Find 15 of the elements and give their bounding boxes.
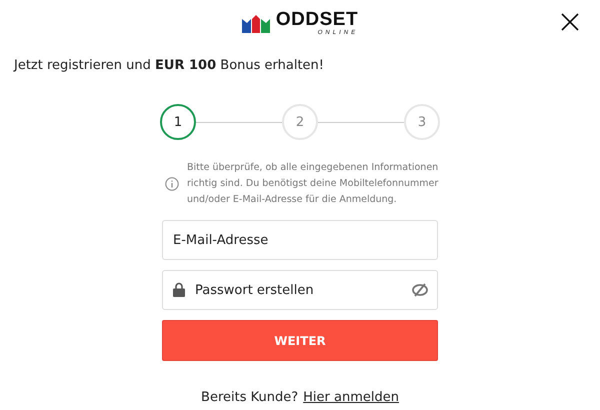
email-field[interactable]: E-Mail-Adresse: [162, 220, 438, 260]
logo-icon: [242, 15, 272, 33]
hidden-eye-icon[interactable]: [412, 282, 428, 298]
headline: Jetzt registrieren und EUR 100 Bonus erhalten!: [14, 57, 324, 75]
close-button[interactable]: [560, 12, 580, 32]
lock-icon: [173, 282, 185, 297]
step-indicator: 2: [282, 104, 318, 140]
info-text: Bitte überprüfe, ob alle eingegebenen Informationen richtig sind. Du benötigst deine Mobiltelefonnummer und/oder E-Mail-Adresse für die Anmeldung.: [187, 161, 440, 207]
password-field[interactable]: Passwort erstellen: [162, 270, 438, 310]
logo-text: ODDSET: [276, 11, 358, 29]
step-indicator: 3: [404, 104, 440, 140]
footer-text: Bereits Kunde?: [201, 390, 298, 405]
info-icon: [165, 177, 179, 191]
login-link[interactable]: Hier anmelden: [303, 390, 399, 405]
step-indicator: 1: [160, 104, 196, 140]
